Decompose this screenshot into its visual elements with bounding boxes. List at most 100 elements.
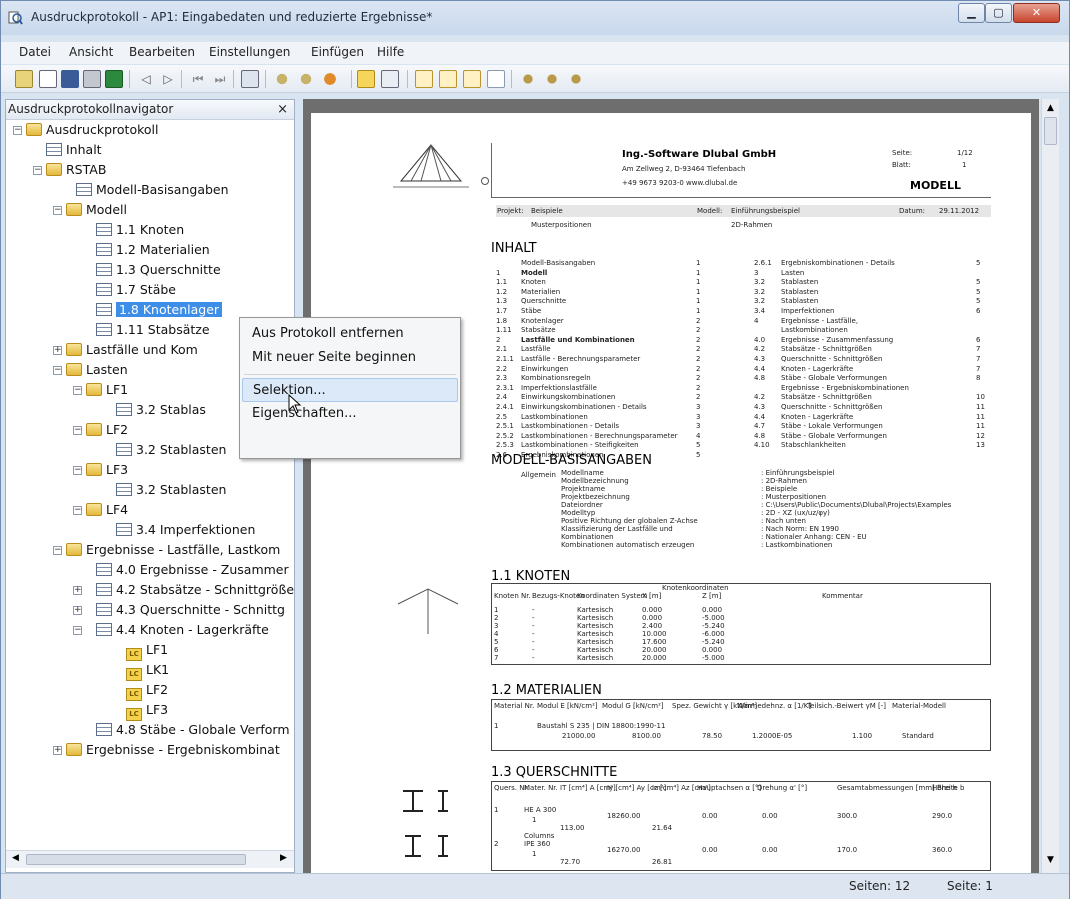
tree-lc-lf3[interactable]: LC LF3 [126, 701, 168, 721]
collapse-icon[interactable]: − [53, 206, 62, 215]
knoten-cell: -5.240 [702, 638, 725, 646]
tree-querschnitte[interactable]: 1.3 Querschnitte [96, 261, 221, 279]
doc2-icon[interactable] [439, 70, 457, 88]
tree-lf2-stablasten[interactable]: 3.2 Stablasten [116, 441, 226, 459]
print-icon[interactable] [83, 70, 101, 88]
expand-icon[interactable]: + [53, 746, 62, 755]
save-icon[interactable] [61, 70, 79, 88]
zoom-out-icon[interactable] [297, 70, 315, 88]
menu-einfuegen[interactable]: Einfügen [311, 45, 364, 59]
tree-lf3-stablasten[interactable]: 3.2 Stablasten [116, 481, 226, 499]
navigator-close-icon[interactable]: × [277, 100, 288, 119]
tool3-icon[interactable] [567, 70, 585, 88]
zoom-in-icon[interactable] [273, 70, 291, 88]
tree-lf1-stablasten[interactable]: 3.2 Stablas [116, 401, 206, 419]
scroll-down-icon[interactable]: ▼ [1047, 855, 1054, 865]
tree-lf1[interactable]: LF1 [86, 381, 128, 399]
scroll-thumb[interactable] [1044, 117, 1057, 145]
expand-icon[interactable]: + [73, 606, 82, 615]
pointer-icon[interactable] [381, 70, 399, 88]
tree-lc-lk1[interactable]: LC LK1 [126, 661, 169, 681]
ctx-remove-from-protocol[interactable]: Aus Protokoll entfernen [242, 322, 458, 346]
tree-modell[interactable]: Modell [66, 201, 127, 219]
toc-cell: 4 [696, 431, 701, 440]
tree-querschnitte-schnitt[interactable]: 4.3 Querschnitte - Schnittg [96, 601, 285, 619]
previous-icon[interactable]: ◁ [137, 70, 155, 88]
menu-hilfe[interactable]: Hilfe [377, 45, 404, 59]
ctx-selection[interactable]: Selektion... [242, 378, 458, 402]
tree-lf3[interactable]: LF3 [86, 461, 128, 479]
tree-modell-basis[interactable]: Modell-Basisangaben [76, 181, 229, 199]
collapse-icon[interactable]: − [13, 126, 22, 135]
ctx-properties[interactable]: Eigenschaften... [242, 402, 458, 426]
tree-knoten[interactable]: 1.1 Knoten [96, 221, 184, 239]
expand-icon[interactable]: + [53, 346, 62, 355]
collapse-icon[interactable]: − [53, 546, 62, 555]
tree-lastfaelle[interactable]: Lastfälle und Kom [66, 341, 198, 359]
scroll-right-icon[interactable]: ▶ [280, 853, 287, 863]
settings-icon[interactable] [321, 70, 339, 88]
menu-datei[interactable]: Datei [19, 45, 51, 59]
toc-cell: Querschnitte - Schnittgrößen [781, 355, 883, 363]
tool2-icon[interactable] [543, 70, 561, 88]
tree-staebe[interactable]: 1.7 Stäbe [96, 281, 176, 299]
navigator-hscrollbar[interactable]: ◀ ▶ [6, 850, 294, 868]
tree-stabsaetze-schnitt[interactable]: 4.2 Stabsätze - Schnittgröße [96, 581, 294, 599]
maximize-button[interactable]: ▢ [985, 3, 1012, 23]
collapse-icon[interactable]: − [53, 366, 62, 375]
collapse-icon[interactable]: − [73, 426, 82, 435]
toc-cell: 4.2 [754, 345, 766, 354]
tree-lf4-imperfektionen[interactable]: 3.4 Imperfektionen [116, 521, 255, 539]
doc1-icon[interactable] [415, 70, 433, 88]
select-icon[interactable] [357, 70, 375, 88]
doc3-icon[interactable] [463, 70, 481, 88]
tree-erg-kombinat[interactable]: Ergebnisse - Ergebniskombinat [66, 741, 280, 759]
collapse-icon[interactable]: − [73, 466, 82, 475]
tree-lc-lf2[interactable]: LC LF2 [126, 681, 168, 701]
tree-materialien[interactable]: 1.2 Materialien [96, 241, 210, 259]
tree-rstab[interactable]: RSTAB [46, 161, 106, 179]
first-page-icon[interactable]: ⏮ [189, 70, 207, 88]
seite-value: 1/12 [957, 149, 973, 157]
menu-einstellungen[interactable]: Einstellungen [209, 45, 290, 59]
collapse-icon[interactable]: − [73, 626, 82, 635]
open-icon[interactable] [39, 70, 57, 88]
tree-staebe-verform[interactable]: 4.8 Stäbe - Globale Verform [96, 721, 290, 739]
minimize-button[interactable]: ▁ [958, 3, 985, 23]
tool1-icon[interactable] [519, 70, 537, 88]
next-icon[interactable]: ▷ [159, 70, 177, 88]
tree-knoten-lager[interactable]: 4.4 Knoten - Lagerkräfte [96, 621, 269, 639]
scroll-thumb[interactable] [26, 854, 246, 865]
page-setup-icon[interactable] [241, 70, 259, 88]
scroll-left-icon[interactable]: ◀ [12, 853, 19, 863]
tree-ergebnisse[interactable]: Ergebnisse - Lastfälle, Lastkom [66, 541, 280, 559]
collapse-icon[interactable]: − [73, 506, 82, 515]
close-button[interactable]: ✕ [1013, 3, 1060, 23]
last-page-icon[interactable]: ⏭ [211, 70, 229, 88]
toc-cell: Knoten - Lagerkräfte [781, 412, 854, 421]
tree-lf2[interactable]: LF2 [86, 421, 128, 439]
title-bar: Ausdruckprotokoll - AP1: Eingabedaten un… [1, 1, 1069, 35]
tree-inhalt[interactable]: Inhalt [46, 141, 102, 159]
collapse-icon[interactable]: − [33, 166, 42, 175]
expand-icon[interactable]: + [73, 586, 82, 595]
menu-ansicht[interactable]: Ansicht [69, 45, 113, 59]
doc4-icon[interactable] [487, 70, 505, 88]
tree-stabsaetze[interactable]: 1.11 Stabsätze [96, 321, 210, 339]
tree-lf4[interactable]: LF4 [86, 501, 128, 519]
toc-cell: Stabsätze - Schnittgrößen [781, 393, 872, 402]
scroll-up-icon[interactable]: ▲ [1047, 103, 1054, 113]
collapse-icon[interactable]: − [73, 386, 82, 395]
preview-vscrollbar[interactable]: ▲ ▼ [1041, 99, 1059, 873]
refresh-icon[interactable] [105, 70, 123, 88]
basis-value: : Einführungsbeispiel [761, 469, 835, 477]
tree-lc-lf1[interactable]: LC LF1 [126, 641, 168, 661]
tree-erg-zusammen[interactable]: 4.0 Ergebnisse - Zusammer [96, 561, 289, 579]
tree-root[interactable]: Ausdruckprotokoll [26, 121, 158, 139]
tree-knotenlager[interactable]: 1.8 Knotenlager [96, 301, 223, 319]
tree-lasten[interactable]: Lasten [66, 361, 128, 379]
new-icon[interactable] [15, 70, 33, 88]
heading-basis: MODELL-BASISANGABEN [491, 453, 652, 468]
menu-bearbeiten[interactable]: Bearbeiten [129, 45, 195, 59]
ctx-start-new-page[interactable]: Mit neuer Seite beginnen [242, 346, 458, 370]
